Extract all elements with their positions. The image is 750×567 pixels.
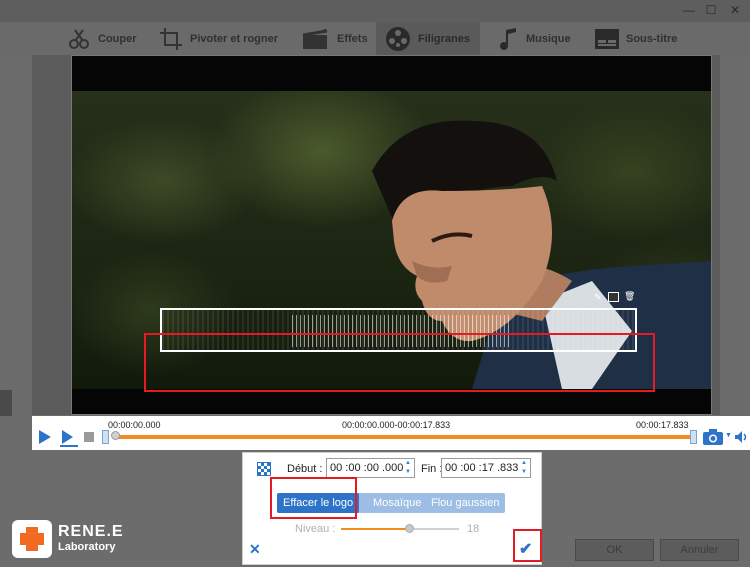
tab-label: Effets (337, 32, 368, 45)
maximize-button[interactable]: ☐ (702, 2, 720, 18)
edit-tabs: Couper Pivoter et rogner Effets Filigran… (0, 22, 750, 55)
tab-couper[interactable]: Couper (60, 22, 143, 55)
tab-filigranes[interactable]: Filigranes (376, 22, 480, 55)
cancel-icon[interactable]: ✕ (249, 541, 261, 558)
tab-label: Pivoter et rogner (190, 32, 279, 45)
camera-dropdown-icon[interactable]: ▼ (725, 432, 732, 439)
mode-mosaique[interactable]: Mosaïque (373, 493, 421, 513)
range-time: 00:00:00.000-00:00:17.833 (342, 420, 451, 430)
edit-icon[interactable]: ✎ (594, 292, 604, 302)
start-time-value: 00 :00 :00 .000 (330, 462, 404, 474)
highlight-effacer-logo (270, 477, 357, 519)
play-selection-icon[interactable] (60, 429, 78, 447)
volume-icon[interactable] (734, 430, 748, 444)
level-value: 18 (467, 523, 480, 535)
level-slider-rest (409, 528, 459, 530)
mode-flou-gaussien[interactable]: Flou gaussien (431, 493, 500, 513)
end-time-value: 00 :00 :17 .833 (445, 462, 519, 474)
music-icon (500, 27, 516, 50)
ok-button[interactable]: OK (575, 539, 654, 561)
end-time-field[interactable]: 00 :00 :17 .833 ▲ ▼ (441, 458, 531, 478)
tab-label: Sous-titre (626, 32, 678, 45)
delete-icon[interactable]: 🗑 (624, 291, 635, 302)
select-area-icon[interactable] (257, 462, 271, 476)
tab-effets[interactable]: Effets (295, 22, 374, 55)
start-label: Début : (287, 463, 323, 475)
highlight-confirm (513, 529, 542, 562)
tab-pivoter[interactable]: Pivoter et rogner (152, 22, 284, 55)
cut-icon (69, 28, 89, 49)
side-handle (0, 390, 12, 416)
stepper-arrows-icon[interactable]: ▲ ▼ (402, 459, 414, 477)
subtitle-icon (595, 28, 619, 49)
highlight-watermark-area (144, 333, 655, 392)
tab-label: Couper (98, 32, 137, 45)
effects-icon (302, 28, 328, 49)
trim-end-handle[interactable] (690, 430, 697, 444)
minimize-button[interactable]: — (680, 2, 698, 18)
end-time: 00:00:17.833 (636, 420, 689, 430)
crop-icon (160, 27, 182, 50)
end-label: Fin : (421, 463, 443, 475)
playback-controls: 00:00:00.000 00:00:00.000-00:00:17.833 0… (32, 416, 750, 450)
title-bar: — ☐ ✕ (0, 0, 750, 22)
level-label: Niveau : (295, 523, 336, 535)
playhead[interactable] (111, 431, 120, 440)
image-icon[interactable] (608, 292, 619, 302)
cancel-button[interactable]: Annuler (660, 539, 739, 561)
start-time: 00:00:00.000 (108, 420, 161, 430)
play-icon[interactable] (38, 429, 52, 445)
close-window-button[interactable]: ✕ (726, 2, 744, 18)
camera-icon[interactable] (702, 428, 724, 446)
level-slider-knob[interactable] (405, 524, 414, 533)
trim-start-handle[interactable] (102, 430, 109, 444)
tab-label: Musique (526, 32, 571, 45)
brand-subtitle: Laboratory (58, 541, 116, 553)
brand-name: RENE.E (58, 523, 124, 540)
tab-musique[interactable]: Musique (492, 22, 577, 55)
rene-logo-icon (12, 520, 52, 558)
tab-label: Filigranes (418, 32, 470, 45)
start-time-field[interactable]: 00 :00 :00 .000 ▲ ▼ (326, 458, 415, 478)
stepper-arrows-icon[interactable]: ▲ ▼ (518, 459, 530, 477)
watermark-icon (386, 26, 410, 51)
timeline-track[interactable] (112, 435, 694, 439)
stop-icon[interactable] (84, 432, 94, 442)
tab-sous-titre[interactable]: Sous-titre (588, 22, 683, 55)
